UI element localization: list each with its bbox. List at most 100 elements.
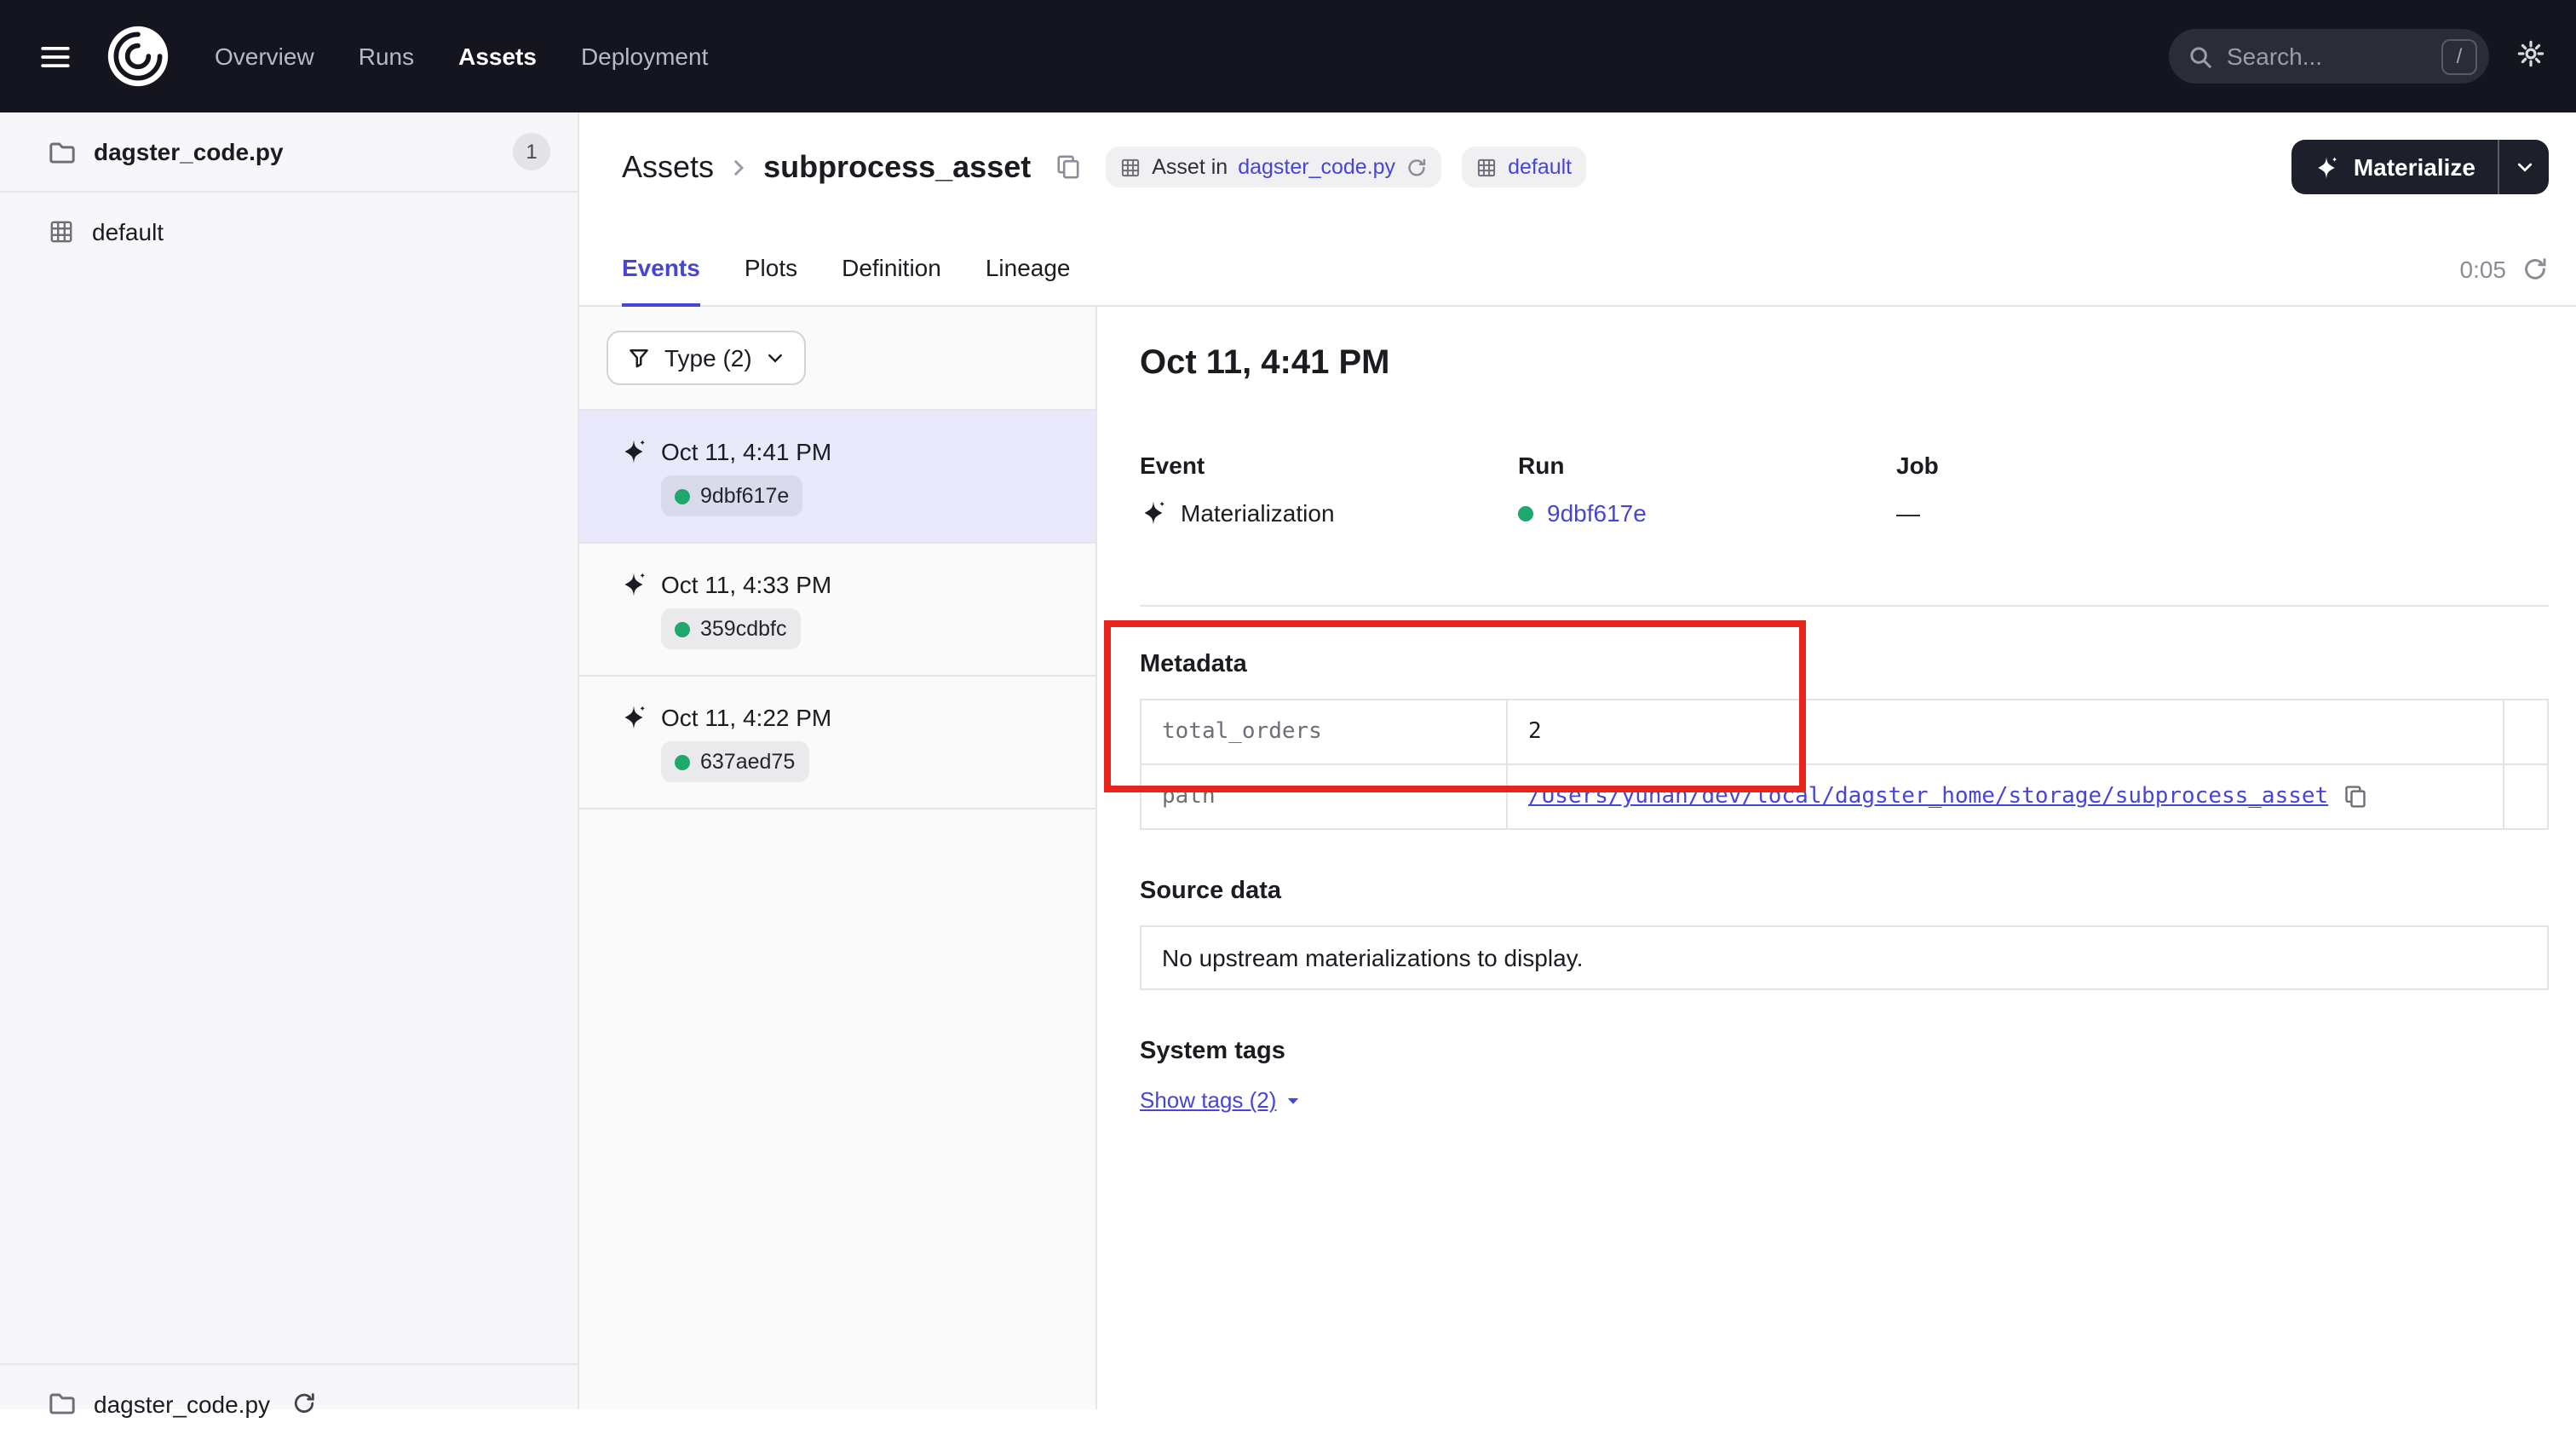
metadata-heading: Metadata xyxy=(1140,651,2549,678)
event-timestamp: Oct 11, 4:33 PM xyxy=(661,571,831,598)
event-info-block: Event Materialization xyxy=(1140,452,1518,527)
asset-sidebar: dagster_code.py 1 default dagster_code.p… xyxy=(0,112,579,1409)
primary-nav: Overview Runs Assets Deployment xyxy=(215,43,708,70)
materialization-icon xyxy=(620,571,647,598)
source-data-heading: Source data xyxy=(1140,878,2549,905)
type-filter-button[interactable]: Type (2) xyxy=(607,331,807,385)
events-list-panel: Type (2) Oct 11, 4:41 PM xyxy=(579,307,1097,1409)
asset-count-badge: 1 xyxy=(513,133,550,170)
refresh-icon xyxy=(2521,256,2549,283)
materialize-split-button: Materialize xyxy=(2292,140,2549,194)
event-detail-panel: Oct 11, 4:41 PM Event Materialization xyxy=(1097,307,2576,1409)
asset-group-icon xyxy=(1475,156,1498,178)
filter-icon xyxy=(627,346,651,370)
asset-group-icon xyxy=(48,218,75,245)
run-status-dot xyxy=(675,488,690,504)
event-info-row: Event Materialization Run xyxy=(1140,452,2549,527)
tab-definition[interactable]: Definition xyxy=(842,254,941,307)
metadata-path-link[interactable]: /Users/yuhan/dev/local/dagster_home/stor… xyxy=(1528,784,2328,809)
reload-code-location-button[interactable] xyxy=(287,1387,319,1420)
event-timestamp: Oct 11, 4:22 PM xyxy=(661,704,831,731)
asset-in-code-location-link[interactable]: dagster_code.py xyxy=(1238,155,1395,179)
show-tags-label: Show tags (2) xyxy=(1140,1087,1276,1113)
search-input[interactable] xyxy=(2227,43,2428,70)
event-timestamp: Oct 11, 4:41 PM xyxy=(661,438,831,465)
group-tag-link[interactable]: default xyxy=(1508,155,1572,179)
run-tag[interactable]: 359cdbfc xyxy=(661,608,800,649)
metadata-actions-cell xyxy=(2504,764,2548,829)
chevron-down-icon xyxy=(1285,1092,1302,1109)
nav-item-assets[interactable]: Assets xyxy=(458,43,537,70)
metadata-table: total_orders 2 path /Users/yuhan/dev/loc… xyxy=(1140,699,2549,830)
group-tag: default xyxy=(1462,147,1585,187)
tab-plots[interactable]: Plots xyxy=(745,254,797,307)
metadata-row: path /Users/yuhan/dev/local/dagster_home… xyxy=(1141,764,2548,829)
job-label: Job xyxy=(1896,452,2274,479)
event-list-item[interactable]: Oct 11, 4:41 PM 9dbf617e xyxy=(579,411,1095,544)
event-type-value: Materialization xyxy=(1181,499,1335,527)
metadata-key: total_orders xyxy=(1141,700,1507,764)
run-tag[interactable]: 637aed75 xyxy=(661,741,808,782)
materialize-options-button[interactable] xyxy=(2498,140,2549,194)
run-id: 359cdbfc xyxy=(700,617,786,641)
copy-icon xyxy=(2342,784,2367,809)
run-tag[interactable]: 9dbf617e xyxy=(661,475,802,516)
tab-lineage[interactable]: Lineage xyxy=(986,254,1071,307)
gear-icon xyxy=(2516,39,2545,68)
nav-item-overview[interactable]: Overview xyxy=(215,43,314,70)
run-status-dot xyxy=(675,621,690,636)
run-status-dot xyxy=(675,754,690,769)
event-timestamp-row: Oct 11, 4:33 PM xyxy=(620,571,1068,598)
copy-asset-name-button[interactable] xyxy=(1051,150,1085,184)
main-panel: Assets subprocess_asset Asset in xyxy=(579,112,2576,1409)
sidebar-item-group-default[interactable]: default xyxy=(0,193,578,271)
section-divider xyxy=(1140,605,2549,607)
run-id: 9dbf617e xyxy=(700,484,789,508)
materialization-icon xyxy=(620,704,647,731)
folder-icon xyxy=(48,137,77,166)
folder-icon xyxy=(48,1389,77,1418)
page-title: subprocess_asset xyxy=(763,149,1031,185)
reload-definitions-button[interactable] xyxy=(1406,156,1428,178)
global-search[interactable]: / xyxy=(2169,29,2489,84)
dagster-logo[interactable] xyxy=(106,24,170,89)
chevron-down-icon xyxy=(766,348,786,368)
type-filter-label: Type (2) xyxy=(664,344,752,372)
materialize-button[interactable]: Materialize xyxy=(2292,140,2498,194)
run-id-link[interactable]: 9dbf617e xyxy=(1547,499,1647,527)
sidebar-footer-code-location[interactable]: dagster_code.py xyxy=(0,1363,578,1440)
event-label: Event xyxy=(1140,452,1518,479)
search-shortcut-key: / xyxy=(2441,38,2477,74)
hamburger-menu-button[interactable] xyxy=(24,26,85,87)
copy-icon xyxy=(1055,153,1082,181)
group-label: default xyxy=(92,218,164,245)
materialize-button-label: Materialize xyxy=(2354,153,2475,181)
search-icon xyxy=(2188,43,2213,69)
show-tags-toggle[interactable]: Show tags (2) xyxy=(1140,1087,1302,1113)
breadcrumb: Assets subprocess_asset xyxy=(622,149,1031,185)
asset-in-tag: Asset in dagster_code.py xyxy=(1106,147,1441,187)
source-data-empty-message: No upstream materializations to display. xyxy=(1140,925,2549,990)
sidebar-item-code-location[interactable]: dagster_code.py 1 xyxy=(0,112,578,193)
settings-button[interactable] xyxy=(2516,39,2545,73)
breadcrumb-assets-link[interactable]: Assets xyxy=(622,149,714,185)
copy-path-button[interactable] xyxy=(2342,784,2367,809)
tab-events[interactable]: Events xyxy=(622,254,700,307)
events-content: Type (2) Oct 11, 4:41 PM xyxy=(579,307,2576,1409)
run-label: Run xyxy=(1518,452,1896,479)
hamburger-menu-icon xyxy=(38,40,71,72)
code-location-label: dagster_code.py xyxy=(94,138,284,165)
refresh-button[interactable] xyxy=(2521,256,2549,283)
event-list-item[interactable]: Oct 11, 4:22 PM 637aed75 xyxy=(579,677,1095,809)
metadata-key: path xyxy=(1141,764,1507,829)
nav-item-runs[interactable]: Runs xyxy=(359,43,414,70)
app-window: Overview Runs Assets Deployment / xyxy=(0,0,2576,1409)
metadata-row: total_orders 2 xyxy=(1141,700,2548,764)
run-info-block: Run 9dbf617e xyxy=(1518,452,1896,527)
event-timestamp-row: Oct 11, 4:41 PM xyxy=(620,438,1068,465)
refresh-icon xyxy=(1406,156,1428,178)
materialization-icon xyxy=(620,438,647,465)
nav-item-deployment[interactable]: Deployment xyxy=(581,43,708,70)
refresh-icon xyxy=(290,1391,316,1416)
event-list-item[interactable]: Oct 11, 4:33 PM 359cdbfc xyxy=(579,544,1095,677)
